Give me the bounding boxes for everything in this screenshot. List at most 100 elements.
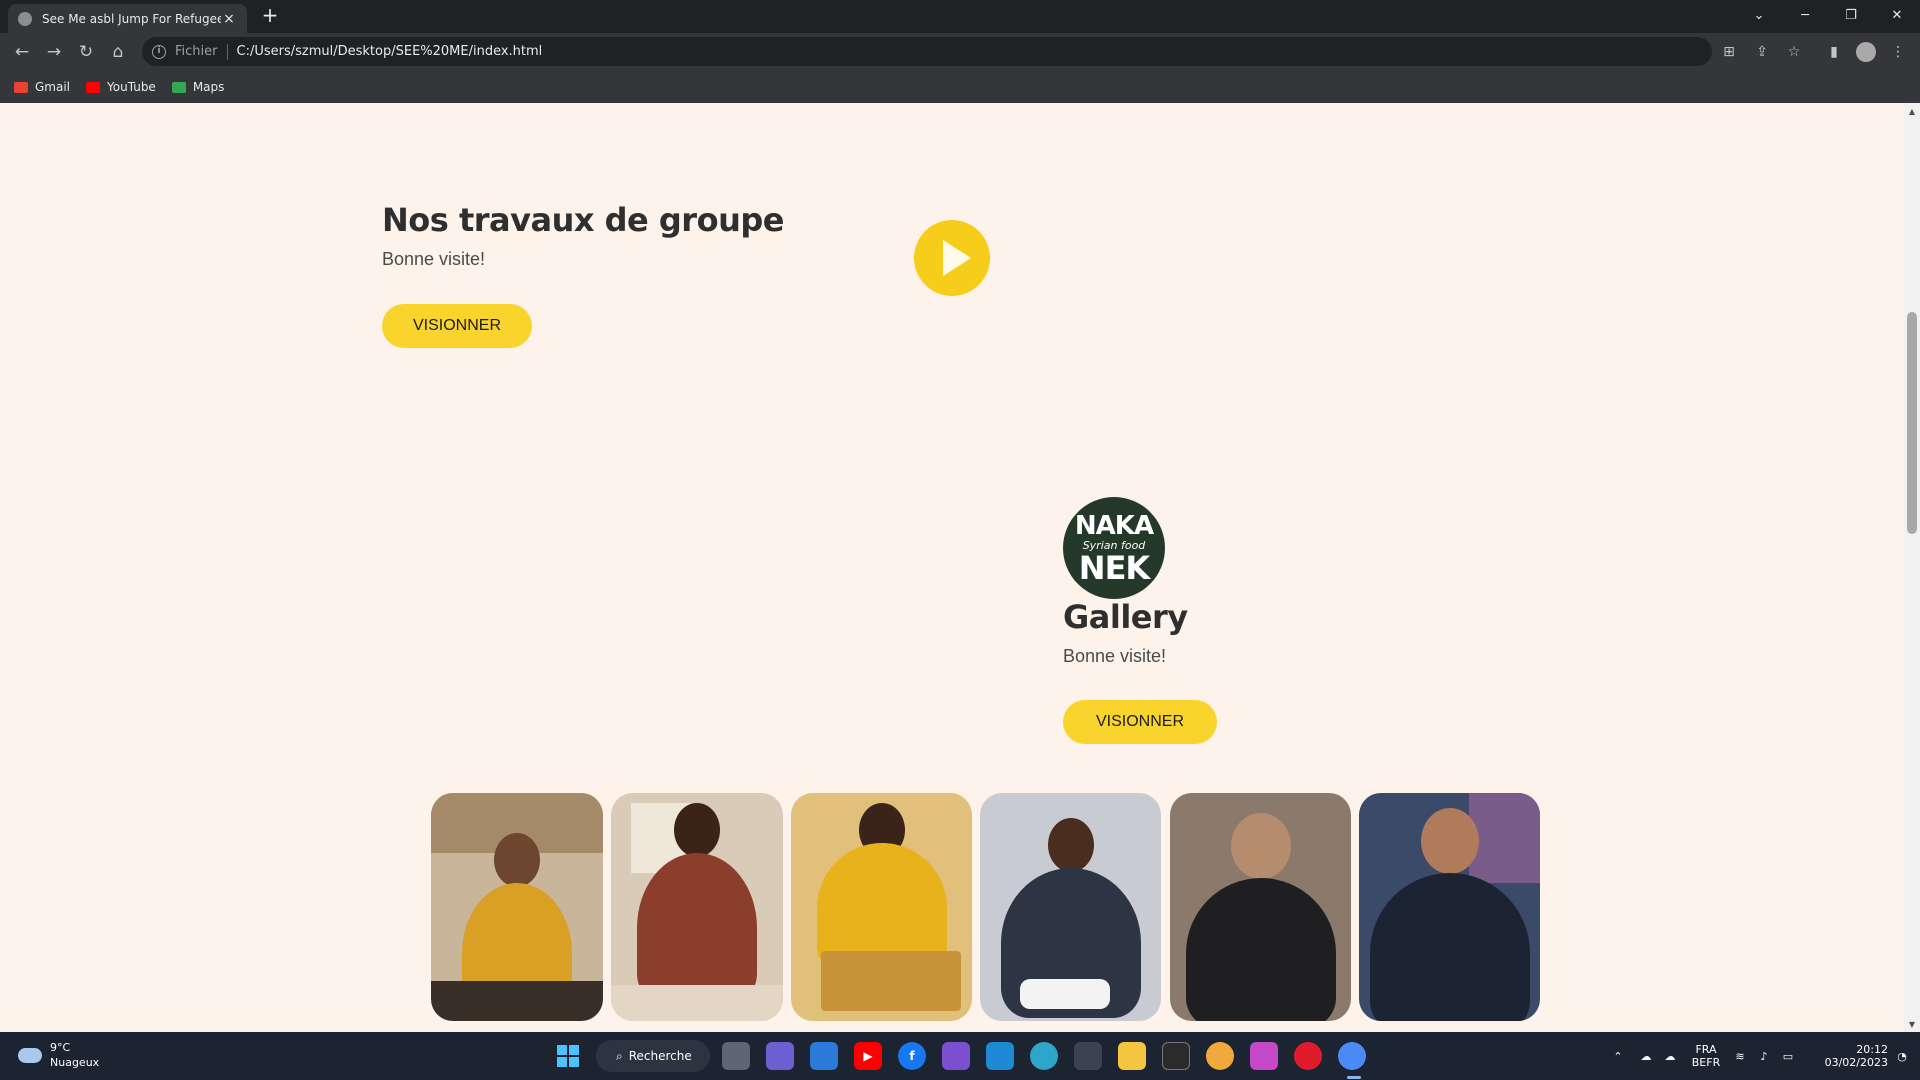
taskbar-search-label: Recherche	[628, 1049, 692, 1063]
logo-text-naka: NAKA	[1074, 511, 1154, 541]
onedrive-icon[interactable]: ☁	[1636, 1032, 1656, 1080]
side-panel-icon[interactable]: ▮	[1824, 42, 1844, 62]
photo-background	[1469, 793, 1540, 883]
vscode-icon[interactable]	[986, 1042, 1014, 1070]
page-scrollbar[interactable]: ▲ ▼	[1904, 103, 1920, 1032]
microsoft-store-icon[interactable]	[810, 1042, 838, 1070]
notification-bell-icon[interactable]: ◔	[1892, 1032, 1912, 1080]
new-tab-button[interactable]: +	[258, 4, 282, 28]
photo-person-head	[1420, 808, 1479, 874]
tray-overflow-icon[interactable]: ⌃	[1608, 1032, 1628, 1080]
maps-icon	[171, 81, 186, 93]
gallery-photo-2[interactable]	[611, 793, 783, 1021]
bookmark-youtube[interactable]: YouTube	[86, 80, 156, 94]
forward-arrow-icon[interactable]: →	[40, 39, 68, 65]
play-video-icon[interactable]	[914, 220, 990, 296]
facebook-icon[interactable]: f	[898, 1042, 926, 1070]
clock[interactable]: 20:12 03/02/2023	[1808, 1032, 1888, 1080]
edge-icon[interactable]	[1030, 1042, 1058, 1070]
gallery-photo-1[interactable]	[431, 793, 603, 1021]
windows-taskbar: 9°C Nuageux ⌕ Recherche ▶ f ⌃ ☁ ☁ FRA BE…	[0, 1032, 1920, 1080]
brave-icon[interactable]	[1206, 1042, 1234, 1070]
photo-gloves	[1020, 979, 1110, 1009]
tab-search-icon[interactable]: ⌄	[1736, 0, 1782, 30]
visionner-button-gallery[interactable]: VISIONNER	[1063, 700, 1217, 744]
gallery-photo-3[interactable]	[791, 793, 972, 1021]
chrome-icon[interactable]	[1338, 1042, 1366, 1070]
keyboard-layout: BEFR	[1691, 1056, 1721, 1069]
home-icon[interactable]: ⌂	[104, 39, 132, 65]
photo-tray	[821, 951, 961, 1011]
photo-person-body	[637, 853, 757, 1003]
menu-dots-icon[interactable]: ⋮	[1888, 42, 1908, 62]
photo-table	[611, 985, 783, 1021]
browser-titlebar: See Me asbl Jump For Refugees × + ⌄ ─ ❐ …	[0, 0, 1920, 33]
teams-chat-icon[interactable]	[766, 1042, 794, 1070]
visionner-button-travaux[interactable]: VISIONNER	[382, 304, 532, 348]
weather-temperature: 9°C	[50, 1041, 71, 1054]
browser-tab[interactable]: See Me asbl Jump For Refugees ×	[8, 4, 247, 33]
clock-date: 03/02/2023	[1824, 1056, 1888, 1069]
scrollbar-thumb[interactable]	[1907, 312, 1917, 534]
bookmark-label: Gmail	[35, 80, 71, 94]
profile-avatar[interactable]	[1856, 42, 1876, 62]
clock-time: 20:12	[1856, 1043, 1888, 1056]
gallery-photo-5[interactable]	[1170, 793, 1351, 1021]
info-icon[interactable]: i	[152, 44, 166, 59]
tab-close-button[interactable]: ×	[221, 11, 237, 27]
visual-studio-icon[interactable]	[942, 1042, 970, 1070]
scroll-up-arrow-icon[interactable]: ▲	[1908, 107, 1916, 116]
weather-condition: Nuageux	[50, 1056, 100, 1069]
browser-toolbar: ← → ↻ ⌂ i Fichier C:/Users/szmul/Desktop…	[0, 33, 1920, 71]
minimize-button[interactable]: ─	[1782, 0, 1828, 30]
active-app-indicator	[1347, 1076, 1361, 1079]
battery-icon[interactable]: ▭	[1778, 1032, 1798, 1080]
taskbar-search[interactable]: ⌕ Recherche	[596, 1040, 710, 1072]
section-subtitle-travaux: Bonne visite!	[382, 249, 486, 269]
bookmark-label: Maps	[192, 80, 225, 94]
unity-hub-icon[interactable]	[1074, 1042, 1102, 1070]
reload-icon[interactable]: ↻	[72, 39, 100, 65]
share-icon[interactable]: ⇪	[1752, 42, 1772, 62]
address-url[interactable]: C:/Users/szmul/Desktop/SEE%20ME/index.ht…	[237, 44, 543, 59]
language-indicator[interactable]: FRA BEFR	[1688, 1032, 1724, 1080]
globe-icon	[18, 11, 32, 26]
photo-person-head	[674, 803, 720, 857]
photo-person-body	[1369, 873, 1530, 1021]
opera-icon[interactable]	[1294, 1042, 1322, 1070]
gallery-photo-6[interactable]	[1359, 793, 1540, 1021]
logo-text-nek: NEK	[1078, 549, 1150, 587]
bookmark-maps[interactable]: Maps	[171, 80, 225, 94]
bookmark-label: YouTube	[107, 80, 156, 94]
close-window-button[interactable]: ✕	[1874, 0, 1920, 30]
section-title-travaux: Nos travaux de groupe	[382, 201, 784, 239]
weather-widget[interactable]: 9°C Nuageux	[18, 1040, 99, 1070]
photo-person-head	[1047, 818, 1094, 872]
back-arrow-icon[interactable]: ←	[8, 39, 36, 65]
youtube-app-icon[interactable]: ▶	[854, 1042, 882, 1070]
gmail-icon	[14, 81, 28, 93]
address-bar[interactable]: i Fichier C:/Users/szmul/Desktop/SEE%20M…	[142, 37, 1712, 66]
windows-start-icon[interactable]	[554, 1042, 582, 1070]
bookmark-star-icon[interactable]: ☆	[1784, 42, 1804, 62]
photo-person-body	[1185, 878, 1336, 1021]
language-code: FRA	[1695, 1043, 1717, 1056]
translate-icon[interactable]: ⊞	[1719, 42, 1739, 62]
bookmark-gmail[interactable]: Gmail	[14, 80, 70, 94]
address-scheme: Fichier	[175, 44, 218, 59]
photo-table	[431, 981, 603, 1021]
volume-icon[interactable]: ♪	[1754, 1032, 1774, 1080]
file-explorer-icon[interactable]	[1118, 1042, 1146, 1070]
gallery-photo-4[interactable]	[980, 793, 1161, 1021]
wifi-icon[interactable]: ≋	[1730, 1032, 1750, 1080]
paint-icon[interactable]	[1250, 1042, 1278, 1070]
scroll-down-arrow-icon[interactable]: ▼	[1908, 1020, 1916, 1029]
address-divider	[226, 43, 228, 60]
youtube-icon	[86, 81, 101, 93]
task-view-icon[interactable]	[722, 1042, 750, 1070]
terminal-icon[interactable]	[1162, 1042, 1190, 1070]
onedrive-personal-icon[interactable]: ☁	[1660, 1032, 1680, 1080]
web-page: Nos travaux de groupe Bonne visite! VISI…	[0, 103, 1904, 1032]
bookmarks-bar: Gmail YouTube Maps	[0, 71, 1920, 103]
restore-button[interactable]: ❐	[1828, 0, 1874, 30]
